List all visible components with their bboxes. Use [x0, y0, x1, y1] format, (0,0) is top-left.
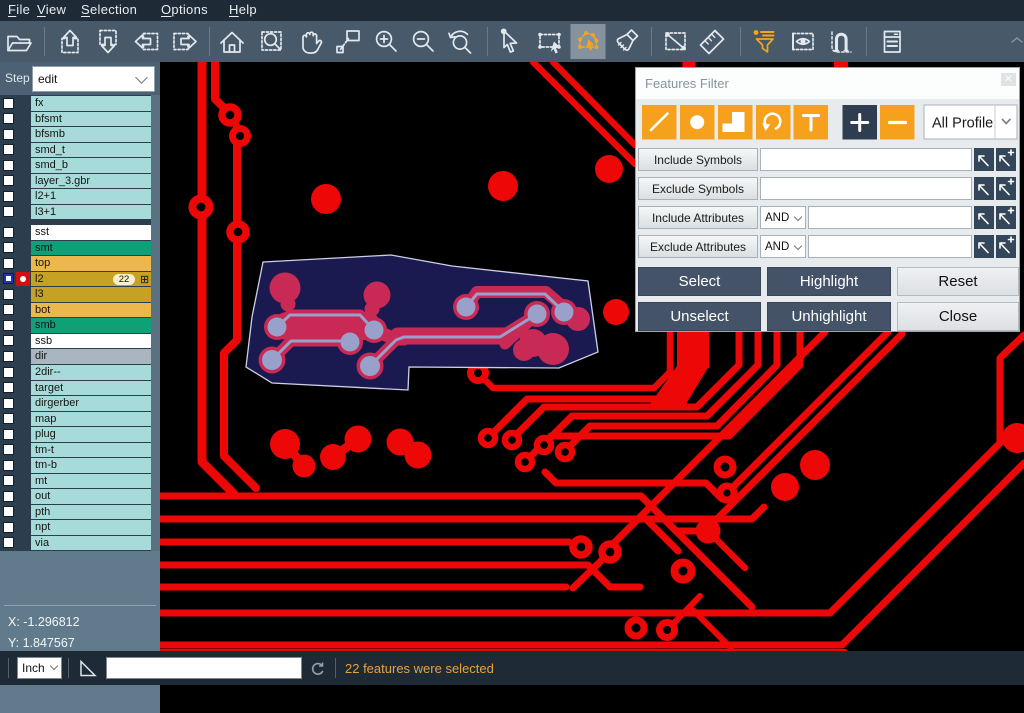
svg-text:All Profile: All Profile [932, 116, 993, 132]
